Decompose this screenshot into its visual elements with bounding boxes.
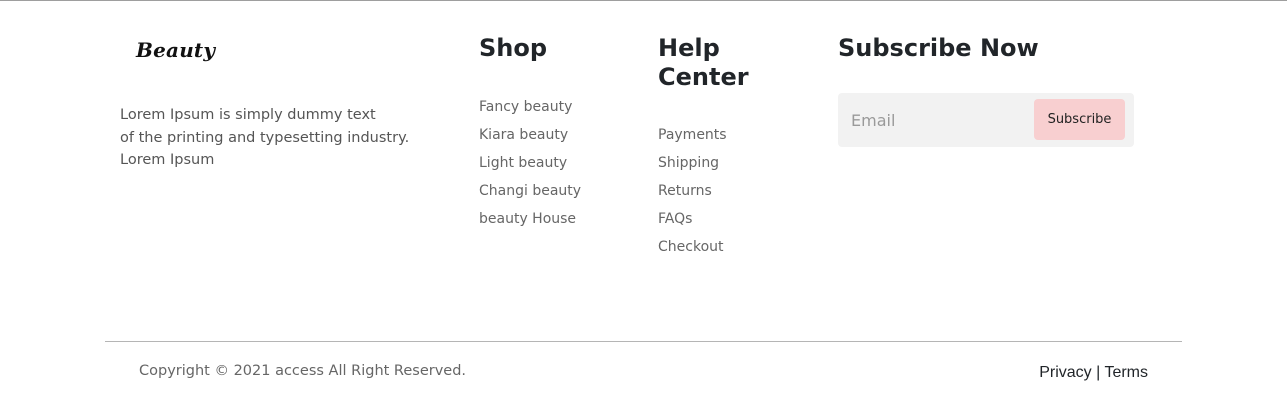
- help-center-links: Payments Shipping Returns FAQs Checkout: [658, 122, 727, 262]
- list-item: beauty House: [479, 206, 581, 234]
- list-item: Changi beauty: [479, 178, 581, 206]
- help-link-shipping[interactable]: Shipping: [658, 155, 719, 171]
- shop-link-changi-beauty[interactable]: Changi beauty: [479, 183, 581, 199]
- help-center-heading: Help Center: [658, 34, 798, 92]
- shop-link-light-beauty[interactable]: Light beauty: [479, 155, 567, 171]
- top-divider: [0, 0, 1287, 1]
- email-input[interactable]: [838, 93, 1028, 147]
- subscribe-heading: Subscribe Now: [838, 34, 1039, 62]
- privacy-link[interactable]: Privacy: [1039, 364, 1091, 381]
- copyright-text: Copyright © 2021 access All Right Reserv…: [139, 363, 467, 379]
- terms-link[interactable]: Terms: [1104, 364, 1148, 381]
- list-item: FAQs: [658, 206, 727, 234]
- help-link-payments[interactable]: Payments: [658, 127, 727, 143]
- shop-heading: Shop: [479, 34, 548, 62]
- shop-link-kiara-beauty[interactable]: Kiara beauty: [479, 127, 568, 143]
- subscribe-button[interactable]: Subscribe: [1034, 99, 1125, 140]
- subscribe-form: Subscribe: [838, 93, 1134, 147]
- list-item: Fancy beauty: [479, 94, 581, 122]
- list-item: Checkout: [658, 234, 727, 262]
- brand-description-line: Lorem Ipsum is simply dummy text: [120, 107, 376, 123]
- help-link-returns[interactable]: Returns: [658, 183, 712, 199]
- legal-links: Privacy | Terms: [1039, 364, 1148, 382]
- brand-description: Lorem Ipsum is simply dummy text of the …: [120, 104, 420, 172]
- help-link-faqs[interactable]: FAQs: [658, 211, 692, 227]
- list-item: Returns: [658, 178, 727, 206]
- brand-description-line: of the printing and typesetting industry…: [120, 129, 410, 146]
- list-item: Kiara beauty: [479, 122, 581, 150]
- shop-links: Fancy beauty Kiara beauty Light beauty C…: [479, 94, 581, 234]
- list-item: Shipping: [658, 150, 727, 178]
- brand-logo[interactable]: Beauty: [136, 38, 215, 62]
- help-center-heading-line: Center: [658, 63, 749, 91]
- legal-separator: |: [1096, 364, 1101, 381]
- footer-divider: [105, 341, 1182, 342]
- brand-description-line: Lorem Ipsum: [120, 152, 215, 168]
- shop-link-beauty-house[interactable]: beauty House: [479, 211, 576, 227]
- help-center-heading-line: Help: [658, 34, 720, 62]
- shop-link-fancy-beauty[interactable]: Fancy beauty: [479, 99, 572, 115]
- list-item: Payments: [658, 122, 727, 150]
- list-item: Light beauty: [479, 150, 581, 178]
- help-link-checkout[interactable]: Checkout: [658, 239, 724, 255]
